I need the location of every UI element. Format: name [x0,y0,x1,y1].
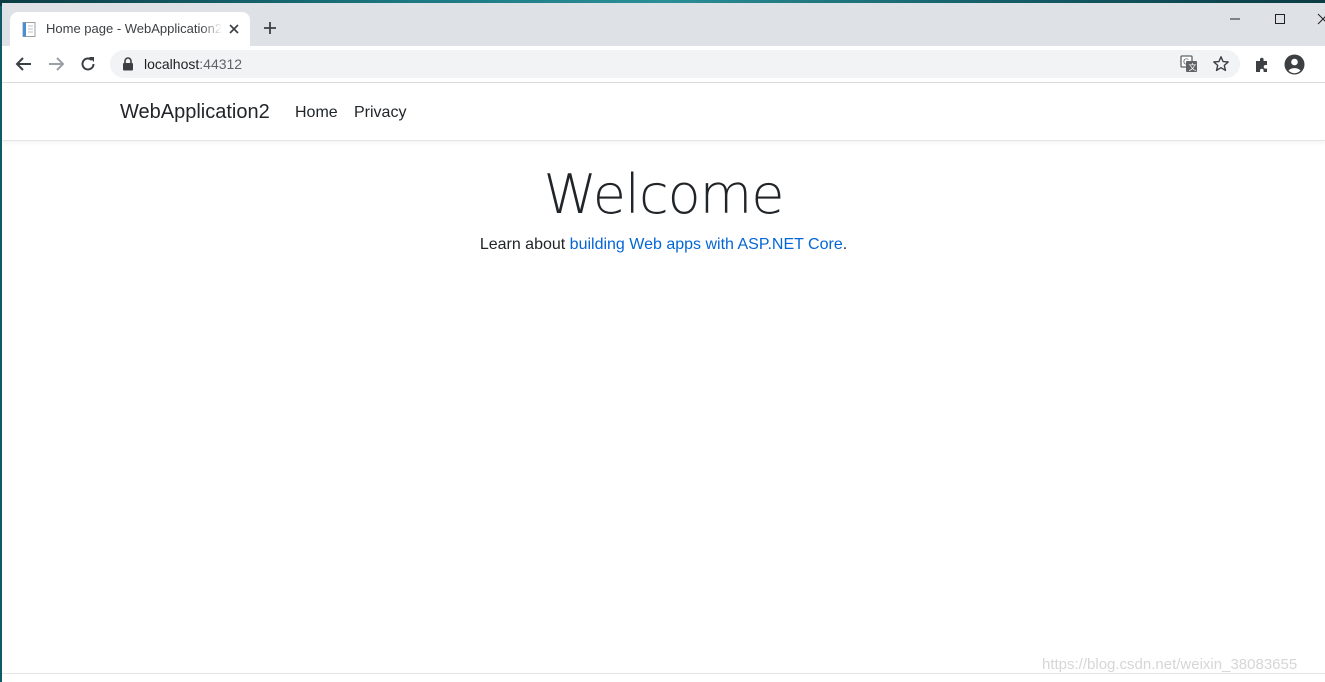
browser-toolbar: localhost:44312 G 文 [2,46,1325,83]
site-navbar: WebApplication2 Home Privacy [2,83,1325,141]
page-content: WebApplication2 Home Privacy Welcome Lea… [2,83,1325,682]
extensions-icon[interactable] [1253,56,1271,74]
new-tab-icon[interactable] [262,20,278,36]
minimize-icon[interactable] [1227,11,1243,27]
nav-home-link[interactable]: Home [295,104,338,122]
page-heading: Welcome [543,163,784,226]
profile-icon[interactable] [1284,54,1305,75]
lead-prefix: Learn about [479,236,570,253]
forward-icon[interactable] [46,54,66,74]
tab-close-icon[interactable] [226,21,242,37]
url-host: localhost [144,56,200,72]
nav-privacy-link[interactable]: Privacy [354,104,406,122]
url-text[interactable]: localhost:44312 [144,56,242,72]
star-icon[interactable] [1212,55,1230,73]
reload-icon[interactable] [78,54,98,74]
page-icon [22,22,36,37]
lock-icon[interactable] [122,57,134,71]
tab-title: Home page - WebApplication2 [46,21,222,36]
browser-window: Home page - WebApplication2 localhost:44… [2,3,1325,682]
translate-icon[interactable]: G 文 [1180,55,1198,73]
address-bar[interactable]: localhost:44312 G 文 [110,50,1240,78]
footer-divider [2,673,1325,674]
url-port: :44312 [199,56,243,72]
tab-strip: Home page - WebApplication2 [2,3,1325,46]
lead-suffix: . [842,236,848,253]
lead-paragraph: Learn about building Web apps with ASP.N… [2,236,1325,254]
svg-text:文: 文 [1189,62,1197,72]
site-brand-link[interactable]: WebApplication2 [120,101,270,124]
maximize-icon[interactable] [1272,11,1288,27]
watermark-text: https://blog.csdn.net/weixin_38083655 [1042,656,1298,673]
browser-tab[interactable]: Home page - WebApplication2 [10,12,250,46]
aspnet-docs-link[interactable]: building Web apps with ASP.NET Core [570,236,843,253]
close-icon[interactable] [1315,11,1325,27]
back-icon[interactable] [14,54,34,74]
